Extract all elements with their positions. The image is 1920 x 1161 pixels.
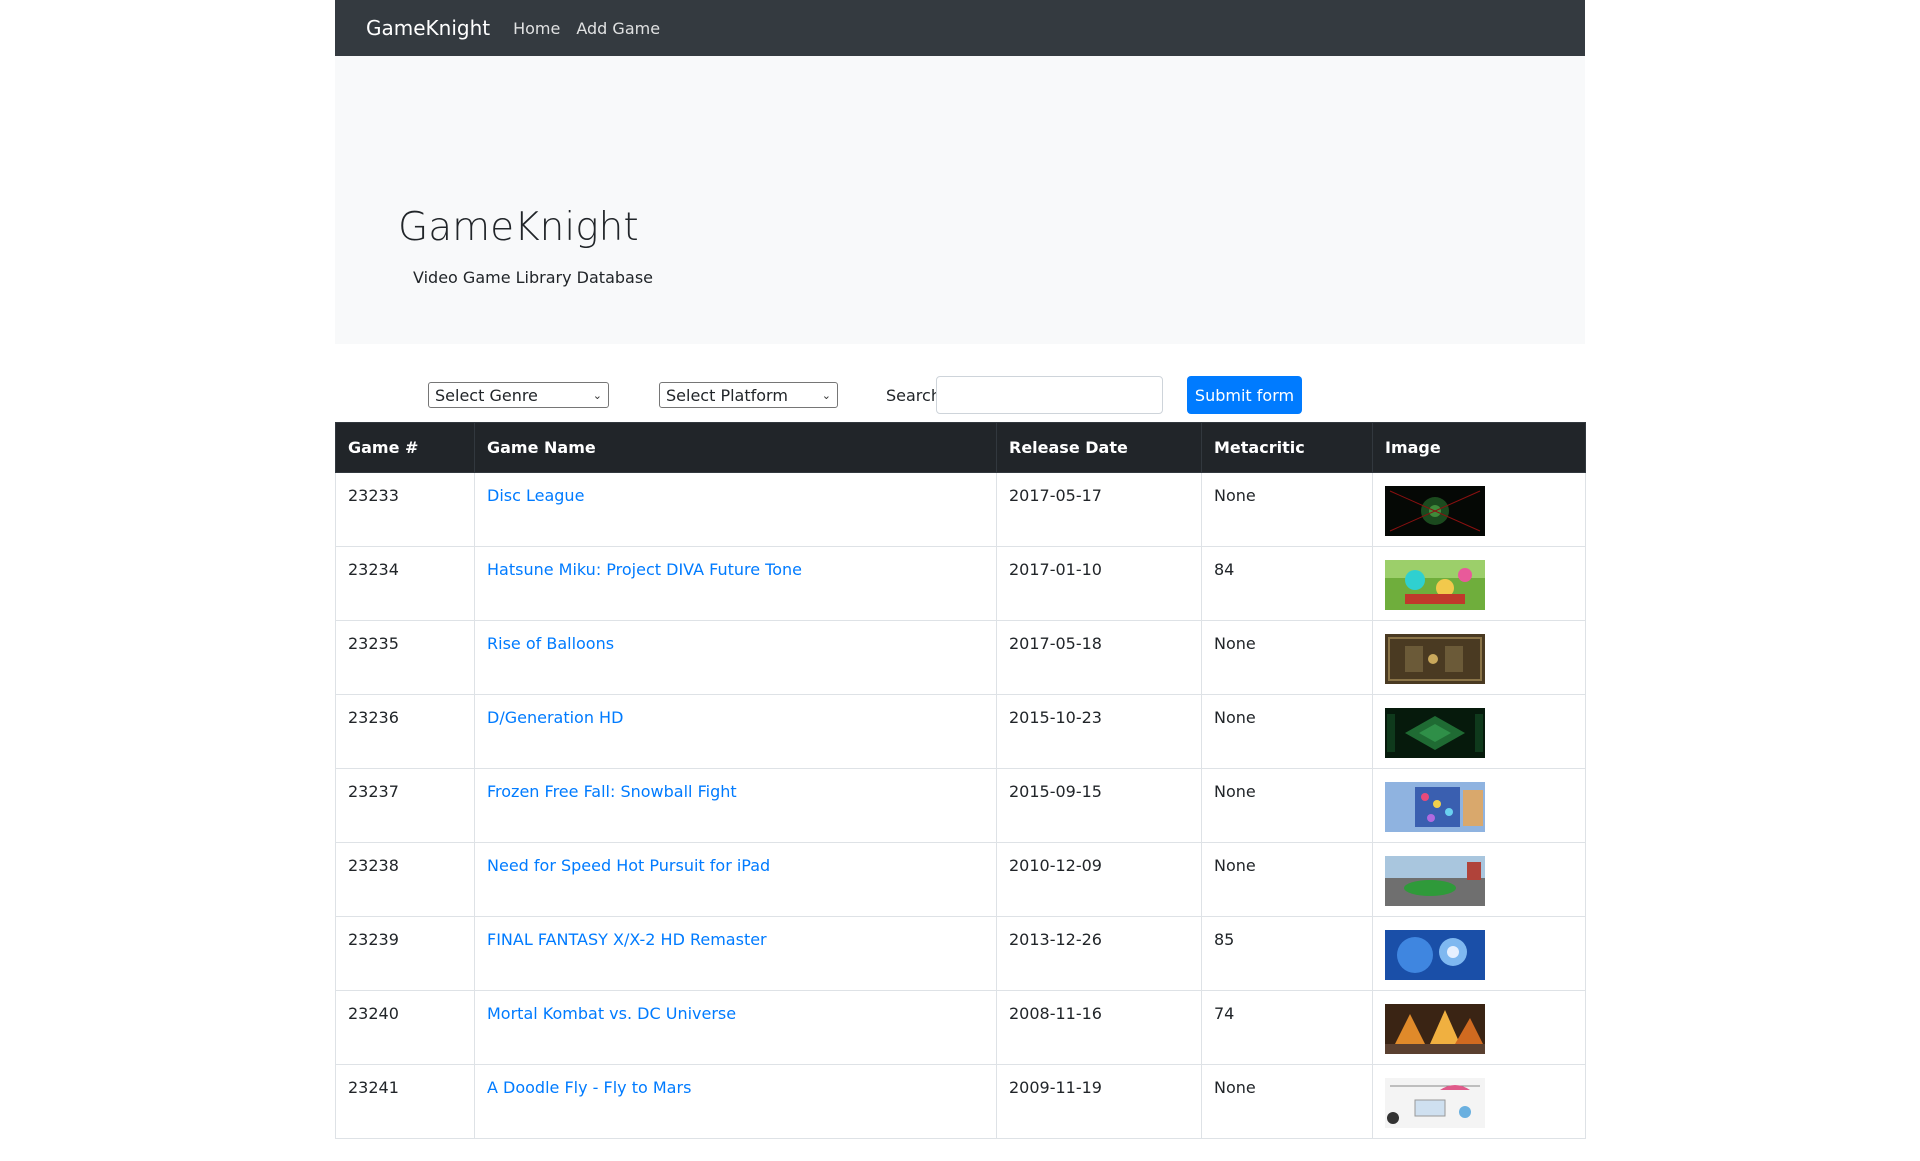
cell-image bbox=[1372, 546, 1586, 621]
game-thumbnail-image bbox=[1385, 930, 1485, 980]
header-image: Image bbox=[1372, 422, 1586, 473]
nav-link-home[interactable]: Home bbox=[513, 19, 560, 38]
cell-game-name: A Doodle Fly - Fly to Mars bbox=[474, 1064, 997, 1139]
cell-game-name: Hatsune Miku: Project DIVA Future Tone bbox=[474, 546, 997, 621]
cell-image bbox=[1372, 916, 1586, 991]
cell-release-date: 2008-11-16 bbox=[996, 990, 1202, 1065]
filter-bar: Select Genre ⌄ Select Platform ⌄ Search:… bbox=[335, 344, 1585, 422]
cell-release-date: 2015-10-23 bbox=[996, 694, 1202, 769]
search-input[interactable] bbox=[936, 376, 1163, 414]
header-game-number: Game # bbox=[335, 422, 475, 473]
cell-game-name: FINAL FANTASY X/X-2 HD Remaster bbox=[474, 916, 997, 991]
cell-image bbox=[1372, 842, 1586, 917]
cell-game-number: 23235 bbox=[335, 620, 475, 695]
game-link[interactable]: Disc League bbox=[487, 486, 584, 505]
table-row: 23235 Rise of Balloons 2017-05-18 None bbox=[335, 620, 1586, 695]
cell-game-number: 23237 bbox=[335, 768, 475, 843]
genre-select-value: Select Genre bbox=[435, 385, 538, 405]
table-row: 23241 A Doodle Fly - Fly to Mars 2009-11… bbox=[335, 1064, 1586, 1139]
cell-game-number: 23234 bbox=[335, 546, 475, 621]
header-release-date: Release Date bbox=[996, 422, 1202, 473]
cell-game-name: Rise of Balloons bbox=[474, 620, 997, 695]
cell-metacritic: None bbox=[1201, 472, 1373, 547]
cell-game-number: 23240 bbox=[335, 990, 475, 1065]
cell-metacritic: None bbox=[1201, 768, 1373, 843]
table-row: 23233 Disc League 2017-05-17 None bbox=[335, 472, 1586, 547]
games-table: Game # Game Name Release Date Metacritic… bbox=[335, 422, 1586, 1139]
cell-image bbox=[1372, 768, 1586, 843]
cell-metacritic: None bbox=[1201, 694, 1373, 769]
cell-game-name: D/Generation HD bbox=[474, 694, 997, 769]
cell-game-name: Mortal Kombat vs. DC Universe bbox=[474, 990, 997, 1065]
header-metacritic: Metacritic bbox=[1201, 422, 1373, 473]
jumbotron: GameKnight Video Game Library Database bbox=[335, 56, 1585, 344]
game-link[interactable]: Need for Speed Hot Pursuit for iPad bbox=[487, 856, 770, 875]
cell-release-date: 2017-01-10 bbox=[996, 546, 1202, 621]
table-row: 23238 Need for Speed Hot Pursuit for iPa… bbox=[335, 842, 1586, 917]
game-thumbnail-image bbox=[1385, 708, 1485, 758]
game-link[interactable]: A Doodle Fly - Fly to Mars bbox=[487, 1078, 691, 1097]
header-game-name: Game Name bbox=[474, 422, 997, 473]
brand-link[interactable]: GameKnight bbox=[366, 16, 490, 40]
cell-game-number: 23241 bbox=[335, 1064, 475, 1139]
game-link[interactable]: FINAL FANTASY X/X-2 HD Remaster bbox=[487, 930, 767, 949]
game-thumbnail-image bbox=[1385, 486, 1485, 536]
chevron-down-icon: ⌄ bbox=[592, 388, 602, 402]
table-row: 23234 Hatsune Miku: Project DIVA Future … bbox=[335, 546, 1586, 621]
game-link[interactable]: Rise of Balloons bbox=[487, 634, 614, 653]
page-subtitle: Video Game Library Database bbox=[413, 268, 654, 287]
submit-button[interactable]: Submit form bbox=[1187, 376, 1302, 414]
game-link[interactable]: D/Generation HD bbox=[487, 708, 623, 727]
platform-select-value: Select Platform bbox=[666, 385, 788, 405]
cell-release-date: 2013-12-26 bbox=[996, 916, 1202, 991]
cell-game-number: 23239 bbox=[335, 916, 475, 991]
cell-image bbox=[1372, 694, 1586, 769]
cell-image bbox=[1372, 472, 1586, 547]
genre-select[interactable]: Select Genre ⌄ bbox=[428, 382, 609, 408]
game-link[interactable]: Frozen Free Fall: Snowball Fight bbox=[487, 782, 737, 801]
table-row: 23236 D/Generation HD 2015-10-23 None bbox=[335, 694, 1586, 769]
cell-game-number: 23238 bbox=[335, 842, 475, 917]
table-row: 23240 Mortal Kombat vs. DC Universe 2008… bbox=[335, 990, 1586, 1065]
cell-metacritic: 85 bbox=[1201, 916, 1373, 991]
table-row: 23239 FINAL FANTASY X/X-2 HD Remaster 20… bbox=[335, 916, 1586, 991]
cell-game-name: Disc League bbox=[474, 472, 997, 547]
cell-metacritic: None bbox=[1201, 842, 1373, 917]
cell-metacritic: 84 bbox=[1201, 546, 1373, 621]
game-thumbnail-image bbox=[1385, 560, 1485, 610]
navbar: GameKnight Home Add Game bbox=[335, 0, 1585, 56]
game-link[interactable]: Hatsune Miku: Project DIVA Future Tone bbox=[487, 560, 802, 579]
cell-metacritic: 74 bbox=[1201, 990, 1373, 1065]
cell-game-number: 23233 bbox=[335, 472, 475, 547]
game-thumbnail-image bbox=[1385, 782, 1485, 832]
cell-game-number: 23236 bbox=[335, 694, 475, 769]
cell-release-date: 2017-05-17 bbox=[996, 472, 1202, 547]
game-thumbnail-image bbox=[1385, 1078, 1485, 1128]
game-link[interactable]: Mortal Kombat vs. DC Universe bbox=[487, 1004, 736, 1023]
platform-select[interactable]: Select Platform ⌄ bbox=[659, 382, 838, 408]
chevron-down-icon: ⌄ bbox=[821, 388, 831, 402]
cell-image bbox=[1372, 990, 1586, 1065]
page-title: GameKnight bbox=[398, 205, 639, 250]
cell-image bbox=[1372, 1064, 1586, 1139]
cell-release-date: 2017-05-18 bbox=[996, 620, 1202, 695]
game-thumbnail-image bbox=[1385, 1004, 1485, 1054]
cell-metacritic: None bbox=[1201, 620, 1373, 695]
cell-release-date: 2015-09-15 bbox=[996, 768, 1202, 843]
page-container: GameKnight Home Add Game GameKnight Vide… bbox=[335, 0, 1586, 1139]
cell-release-date: 2010-12-09 bbox=[996, 842, 1202, 917]
table-row: 23237 Frozen Free Fall: Snowball Fight 2… bbox=[335, 768, 1586, 843]
cell-game-name: Need for Speed Hot Pursuit for iPad bbox=[474, 842, 997, 917]
game-thumbnail-image bbox=[1385, 634, 1485, 684]
cell-image bbox=[1372, 620, 1586, 695]
cell-game-name: Frozen Free Fall: Snowball Fight bbox=[474, 768, 997, 843]
nav-link-add-game[interactable]: Add Game bbox=[576, 19, 660, 38]
game-thumbnail-image bbox=[1385, 856, 1485, 906]
table-header-row: Game # Game Name Release Date Metacritic… bbox=[335, 422, 1586, 473]
cell-metacritic: None bbox=[1201, 1064, 1373, 1139]
cell-release-date: 2009-11-19 bbox=[996, 1064, 1202, 1139]
